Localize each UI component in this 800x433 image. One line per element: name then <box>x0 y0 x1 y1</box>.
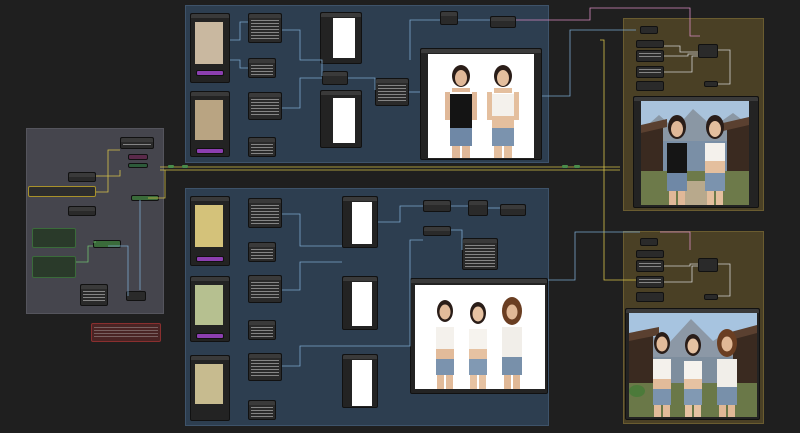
node-tr-3[interactable] <box>636 50 664 62</box>
thumb-woman-1 <box>195 22 223 64</box>
node-text-7[interactable] <box>248 275 282 303</box>
node-br-5[interactable] <box>636 292 664 302</box>
node-tr-5[interactable] <box>636 81 664 91</box>
node-top-b[interactable] <box>490 16 516 28</box>
node-left-green-4[interactable] <box>32 256 76 278</box>
node-bot-e[interactable] <box>462 238 498 270</box>
wire-blue-1 <box>542 29 636 97</box>
node-top-a[interactable] <box>440 11 458 25</box>
node-left-b[interactable] <box>68 206 96 216</box>
node-left-c[interactable] <box>80 284 108 306</box>
node-left-small-2[interactable] <box>128 163 148 168</box>
node-br-6[interactable] <box>698 258 718 272</box>
thumb-woman-5 <box>195 364 223 404</box>
node-tr-7[interactable] <box>704 81 718 87</box>
node-bot-a[interactable] <box>423 200 451 212</box>
node-text-8[interactable] <box>248 320 276 340</box>
cutout-woman-5 <box>352 360 372 406</box>
reroute-2 <box>182 165 188 168</box>
cutout-woman-2 <box>333 98 355 143</box>
node-tr-4[interactable] <box>636 66 664 78</box>
node-bot-c[interactable] <box>468 200 488 216</box>
node-left-d[interactable] <box>126 291 146 301</box>
node-left-red[interactable] <box>91 323 161 342</box>
node-left-green-3[interactable] <box>93 240 121 248</box>
cutout-woman-4 <box>352 282 372 326</box>
node-left-small-1[interactable] <box>128 154 148 160</box>
node-mid-2[interactable] <box>375 78 409 106</box>
node-left-highlight[interactable] <box>28 186 96 197</box>
node-br-2[interactable] <box>636 250 664 258</box>
node-text-10[interactable] <box>248 400 276 420</box>
reroute-3 <box>562 165 568 168</box>
node-left-green-2[interactable] <box>32 228 76 248</box>
thumb-woman-3 <box>195 205 223 247</box>
node-text-1[interactable] <box>248 13 282 43</box>
reroute-1 <box>168 165 174 168</box>
node-text-3[interactable] <box>248 92 282 120</box>
node-bot-b[interactable] <box>423 226 451 236</box>
cutout-woman-1 <box>333 18 355 58</box>
node-tr-1[interactable] <box>640 26 658 34</box>
image-three-women-white-bg <box>415 285 545 389</box>
thumb-woman-4 <box>195 285 223 325</box>
node-canvas[interactable] <box>0 0 800 433</box>
cutout-woman-3 <box>352 202 372 244</box>
reroute-4 <box>574 165 580 168</box>
node-text-5[interactable] <box>248 198 282 228</box>
node-br-1[interactable] <box>640 238 658 246</box>
node-left-a[interactable] <box>68 172 96 182</box>
node-text-6[interactable] <box>248 242 276 262</box>
node-purple-2[interactable] <box>196 148 224 154</box>
node-bot-d[interactable] <box>500 204 526 216</box>
node-br-7[interactable] <box>704 294 718 300</box>
node-text-4[interactable] <box>248 137 276 157</box>
node-purple-1[interactable] <box>196 70 224 76</box>
image-two-women-village <box>641 101 749 205</box>
node-left-top[interactable] <box>120 137 154 149</box>
node-tr-2[interactable] <box>636 40 664 48</box>
thumb-woman-2 <box>195 100 223 140</box>
node-br-4[interactable] <box>636 276 664 288</box>
node-mid-1[interactable] <box>322 71 348 85</box>
node-text-2[interactable] <box>248 58 276 78</box>
node-tr-6[interactable] <box>698 44 718 58</box>
node-br-3[interactable] <box>636 260 664 272</box>
image-two-women-white-bg <box>428 54 534 158</box>
node-left-green-1[interactable] <box>131 195 159 201</box>
node-purple-4[interactable] <box>196 333 224 339</box>
image-three-women-village <box>629 313 757 417</box>
node-purple-3[interactable] <box>196 256 224 262</box>
node-text-9[interactable] <box>248 353 282 381</box>
